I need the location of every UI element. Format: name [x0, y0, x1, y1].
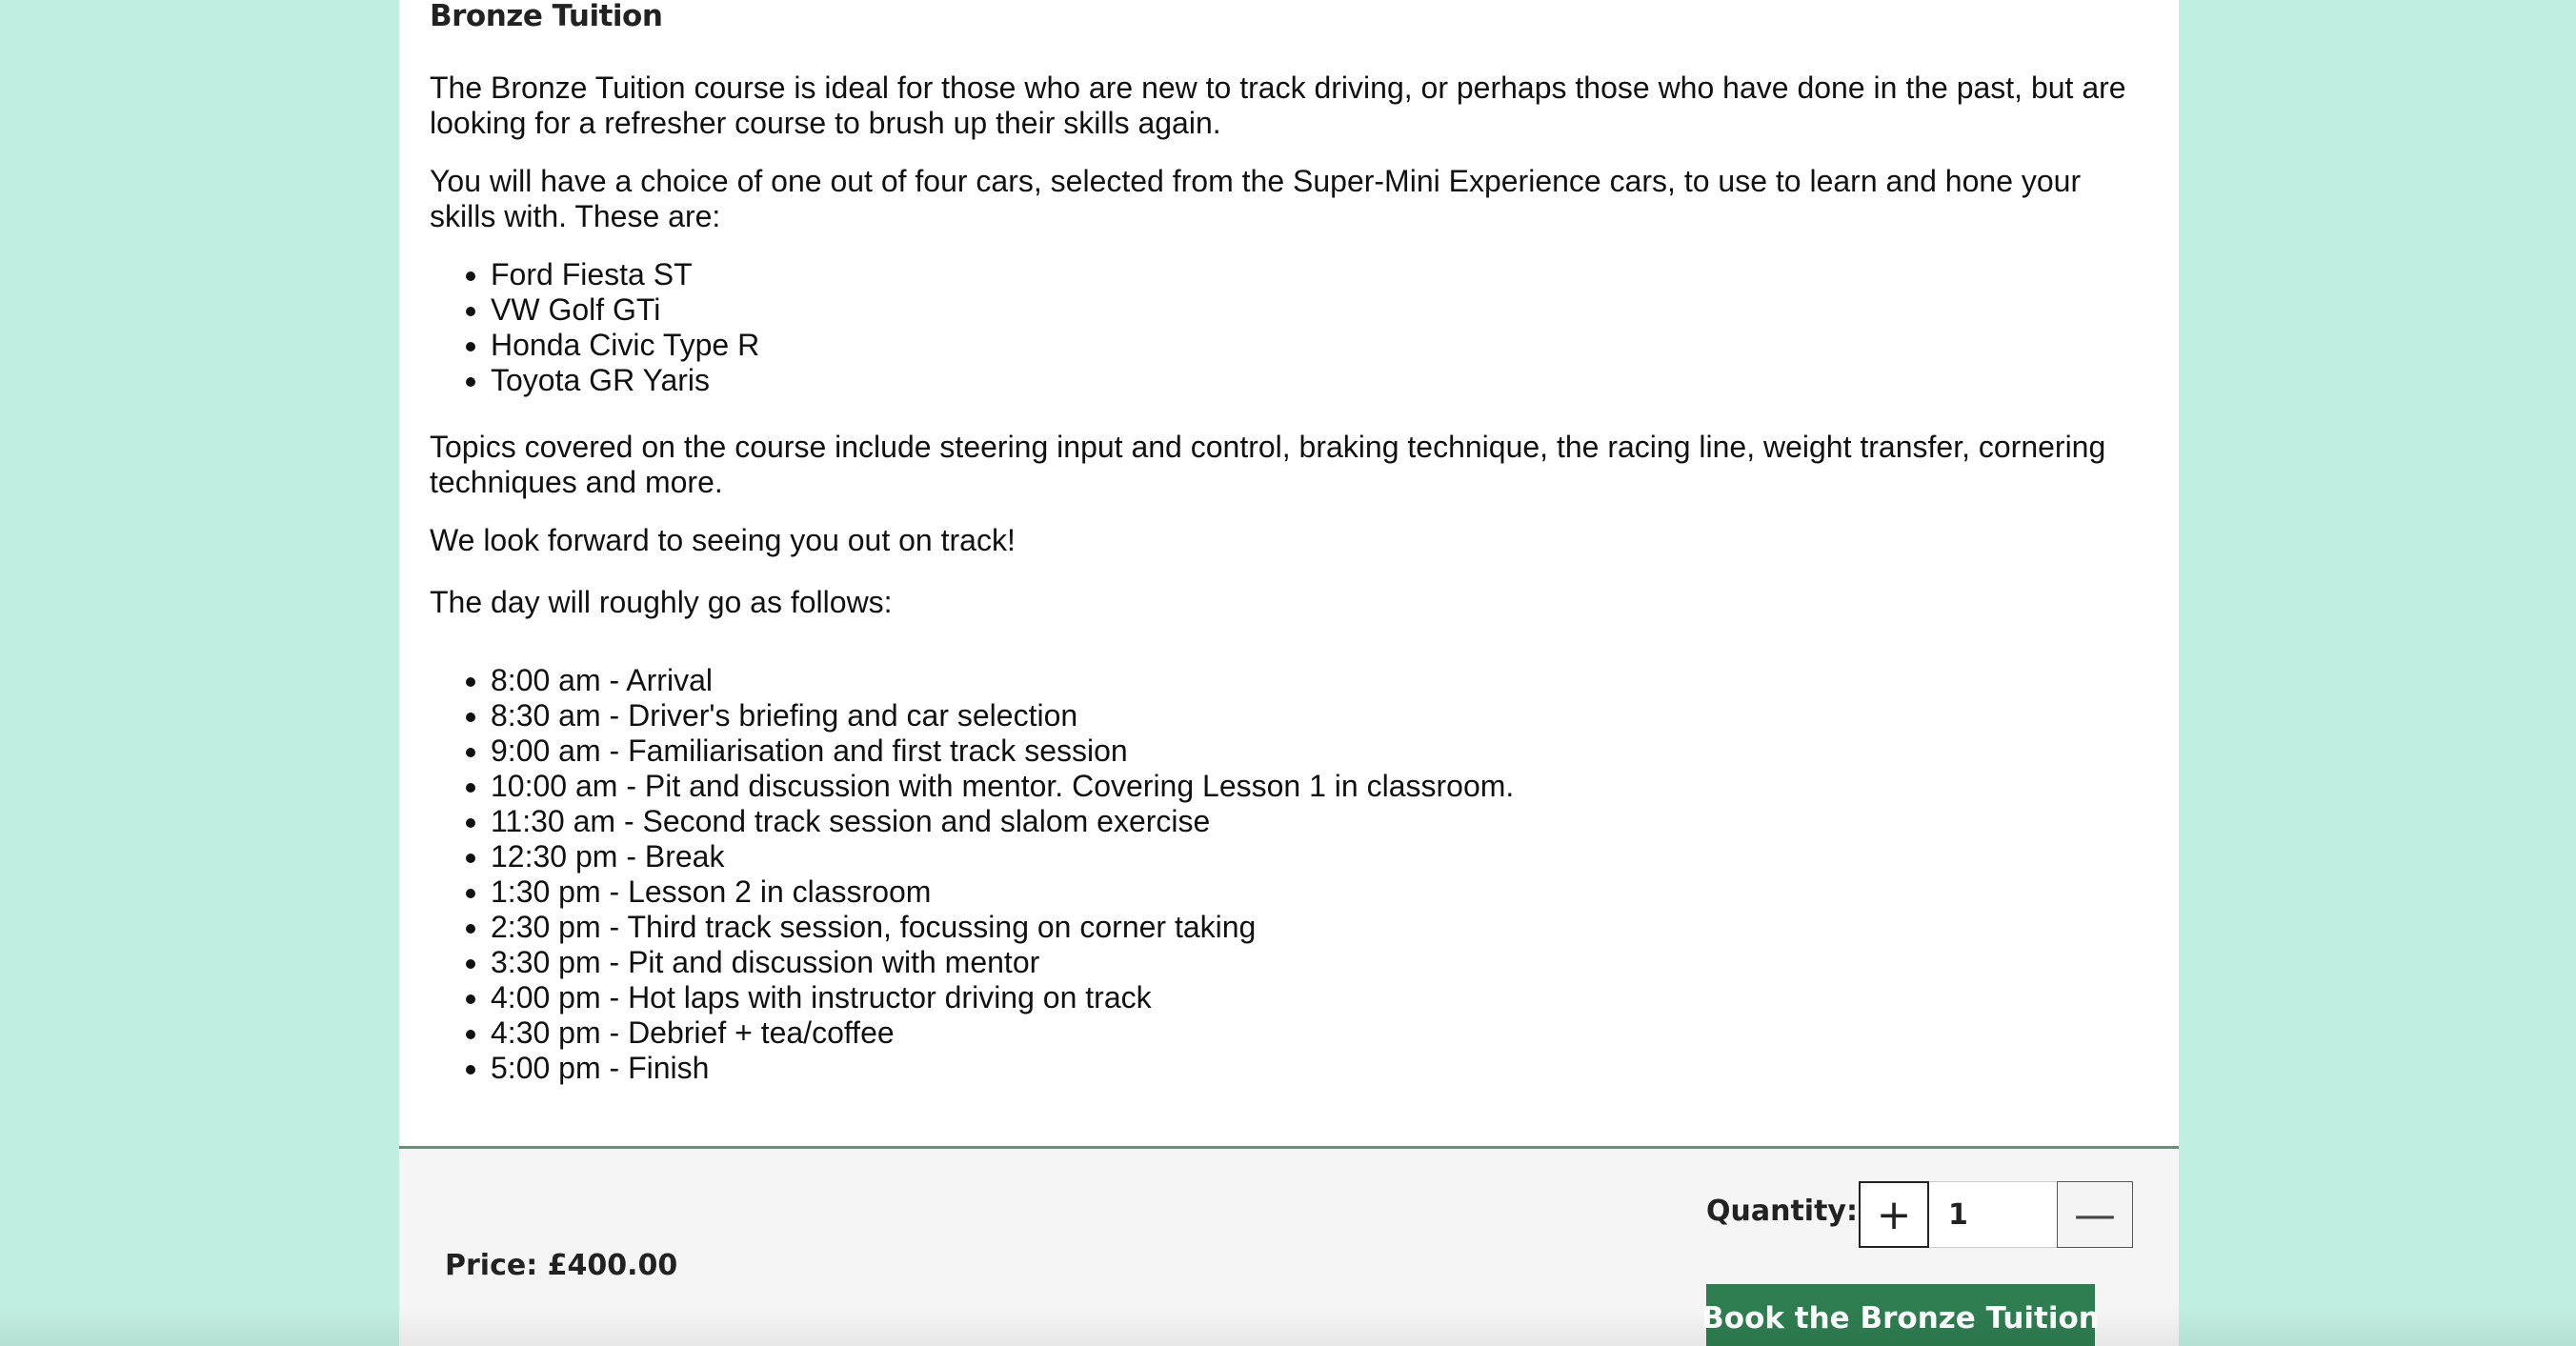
list-item: 2:30 pm - Third track session, focussing…: [491, 910, 2135, 945]
list-item: 5:00 pm - Finish: [491, 1051, 2135, 1086]
course-title: Bronze Tuition: [430, 0, 663, 33]
quantity-increase-button[interactable]: +: [1859, 1181, 1929, 1248]
list-item: 1:30 pm - Lesson 2 in classroom: [491, 874, 2135, 910]
list-item: 4:30 pm - Debrief + tea/coffee: [491, 1015, 2135, 1051]
intro-paragraph: The Bronze Tuition course is ideal for t…: [430, 70, 2126, 140]
book-button[interactable]: Book the Bronze Tuition: [1701, 1284, 2100, 1346]
car-list: Ford Fiesta ST VW Golf GTi Honda Civic T…: [430, 257, 2135, 398]
closing-paragraph: We look forward to seeing you out on tra…: [430, 523, 1016, 557]
cars-intro-paragraph: You will have a choice of one out of fou…: [430, 164, 2082, 233]
plus-icon: +: [1876, 1190, 1912, 1239]
list-item: 3:30 pm - Pit and discussion with mentor: [491, 945, 2135, 980]
list-item: Honda Civic Type R: [491, 328, 2135, 363]
list-item: 10:00 am - Pit and discussion with mento…: [491, 769, 2135, 804]
list-item: 8:00 am - Arrival: [491, 663, 2135, 698]
minus-icon: —: [2074, 1190, 2116, 1239]
product-page: Bronze Tuition The Bronze Tuition course…: [399, 0, 2179, 1346]
list-item: Toyota GR Yaris: [491, 363, 2135, 398]
quantity-decrease-button[interactable]: —: [2057, 1181, 2133, 1248]
course-description: Bronze Tuition The Bronze Tuition course…: [430, 0, 2135, 1086]
list-item: 4:00 pm - Hot laps with instructor drivi…: [491, 980, 2135, 1015]
schedule-list: 8:00 am - Arrival 8:30 am - Driver's bri…: [430, 663, 2135, 1086]
purchase-panel: Price: £400.00 Quantity: + — Book the Br…: [399, 1146, 2179, 1346]
list-item: 11:30 am - Second track session and slal…: [491, 804, 2135, 839]
list-item: 8:30 am - Driver's briefing and car sele…: [491, 698, 2135, 733]
topics-paragraph: Topics covered on the course include ste…: [430, 430, 2106, 499]
quantity-input[interactable]: [1929, 1181, 2057, 1248]
list-item: Ford Fiesta ST: [491, 257, 2135, 292]
list-item: VW Golf GTi: [491, 292, 2135, 328]
list-item: 9:00 am - Familiarisation and first trac…: [491, 733, 2135, 769]
price-label: Price: £400.00: [445, 1249, 678, 1282]
list-item: 12:30 pm - Break: [491, 839, 2135, 874]
schedule-intro: The day will roughly go as follows:: [430, 585, 893, 619]
quantity-label: Quantity:: [1706, 1195, 1858, 1228]
